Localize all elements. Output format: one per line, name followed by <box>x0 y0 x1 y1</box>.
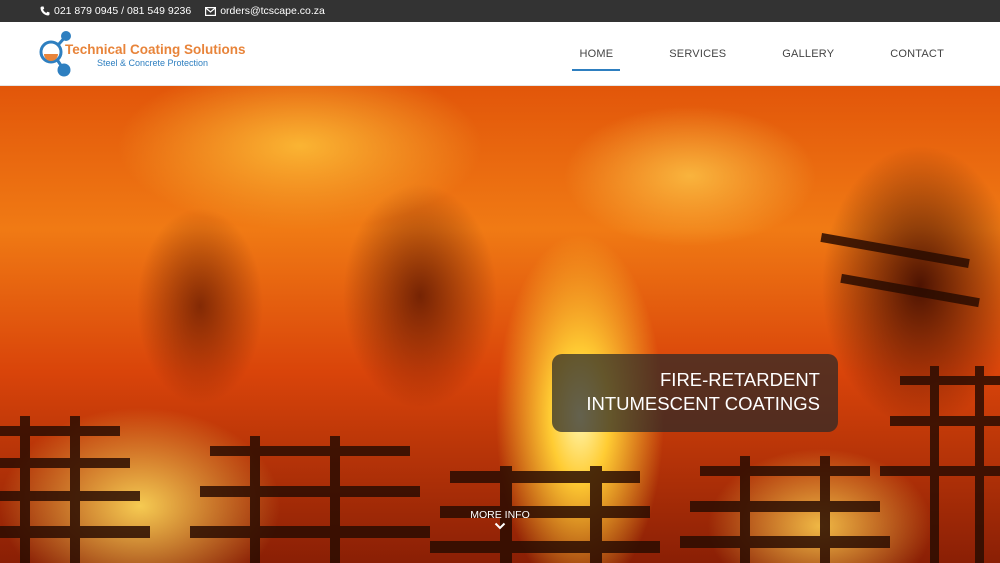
caption-line-2: INTUMESCENT COATINGS <box>586 393 820 414</box>
site-header: Technical Coating Solutions Steel & Conc… <box>0 22 1000 86</box>
logo-subtitle: Steel & Concrete Protection <box>97 58 209 68</box>
email-address: orders@tcscape.co.za <box>220 5 325 17</box>
caption-line-1: FIRE-RETARDENT <box>660 369 820 390</box>
burning-pallets-image <box>0 233 1000 563</box>
more-info-link[interactable]: MORE INFO <box>460 509 540 530</box>
top-contact-bar: 021 879 0945 / 081 549 9236 orders@tcsca… <box>0 0 1000 22</box>
nav-gallery[interactable]: GALLERY <box>782 44 834 64</box>
more-info-label: MORE INFO <box>470 509 530 521</box>
phone-numbers: 021 879 0945 / 081 549 9236 <box>54 5 192 17</box>
nav-contact[interactable]: CONTACT <box>890 44 944 64</box>
logo-title: Technical Coating Solutions <box>65 42 246 57</box>
phone-contact[interactable]: 021 879 0945 / 081 549 9236 <box>40 5 191 17</box>
hero-banner: FIRE-RETARDENT INTUMESCENT COATINGS MORE… <box>0 86 1000 563</box>
nav-services[interactable]: SERVICES <box>669 44 726 64</box>
phone-icon <box>40 6 50 16</box>
main-nav: HOME SERVICES GALLERY CONTACT <box>523 22 944 86</box>
hero-caption: FIRE-RETARDENT INTUMESCENT COATINGS <box>552 354 838 432</box>
logo[interactable]: Technical Coating Solutions Steel & Conc… <box>38 30 248 78</box>
envelope-icon <box>205 6 217 16</box>
email-contact[interactable]: orders@tcscape.co.za <box>205 5 325 17</box>
nav-home[interactable]: HOME <box>572 44 621 71</box>
chevron-down-icon <box>494 522 506 530</box>
